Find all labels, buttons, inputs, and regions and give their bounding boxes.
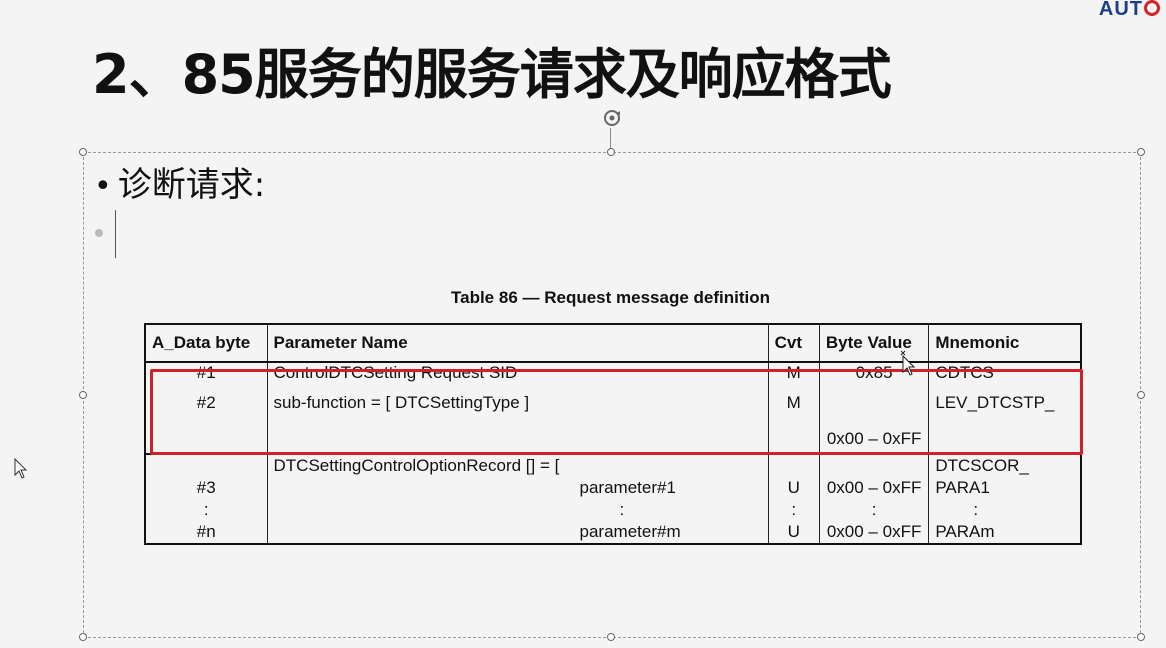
table-header-row: A_Data byte Parameter Name Cvt Byte Valu…	[144, 324, 1082, 363]
resize-handle-top-right[interactable]	[1137, 148, 1145, 156]
cell-byte-n: #n	[196, 522, 216, 541]
resize-handle-middle-left[interactable]	[79, 391, 87, 399]
resize-handle-bottom-middle[interactable]	[607, 633, 615, 641]
cell-mn-a: PARA1	[935, 478, 990, 497]
bullet-diagnostic-request[interactable]: • 诊断请求:	[94, 157, 265, 206]
cell-mn-head: DTCSCOR_	[935, 456, 1029, 475]
bullet-dot-icon: •	[94, 169, 112, 204]
move-cursor-icon	[900, 350, 915, 376]
resize-handle-top-left[interactable]	[79, 148, 87, 156]
header-a-data-byte: A_Data byte	[144, 324, 268, 363]
cell-value-dots: :	[871, 500, 877, 519]
resize-handle-top-middle[interactable]	[607, 148, 615, 156]
cell-mnemonic: DTCSCOR_ PARA1 : PARAm	[928, 454, 1082, 544]
cell-byte-a: #3	[196, 478, 216, 497]
logo-target-icon	[1144, 0, 1160, 16]
header-cvt: Cvt	[767, 324, 820, 363]
bullet-text: 诊断请求:	[117, 165, 266, 205]
cell-mn-n: PARAm	[935, 522, 995, 541]
header-mnemonic: Mnemonic	[928, 324, 1082, 363]
cell-byte-dots: :	[203, 500, 209, 519]
cell-cvt-n: U	[787, 522, 800, 541]
cell-cvt-dots: :	[791, 500, 797, 519]
highlight-rectangle[interactable]	[150, 369, 1083, 455]
resize-handle-bottom-right[interactable]	[1137, 633, 1145, 641]
empty-bullet-dot-icon	[95, 229, 103, 237]
rotate-stem	[610, 128, 611, 150]
cell-byte: #3 : #n	[144, 454, 268, 544]
rotate-handle-icon[interactable]	[602, 108, 622, 128]
brand-logo: AUT	[1099, 0, 1160, 21]
slide-title: 2、85服务的服务请求及响应格式	[92, 43, 892, 106]
cell-param-1: parameter#1	[579, 478, 676, 497]
cell-cvt-a: U	[787, 478, 800, 497]
cell-param-dots: :	[619, 500, 625, 519]
resize-handle-bottom-left[interactable]	[79, 633, 87, 641]
table-caption: Table 86 — Request message definition	[451, 288, 770, 307]
cell-value: 0x00 – 0xFF : 0x00 – 0xFF	[818, 454, 930, 544]
cell-param-m: parameter#m	[579, 522, 681, 541]
cell-value-a: 0x00 – 0xFF	[826, 478, 922, 497]
cell-mn-dots: :	[973, 500, 979, 519]
cell-name: DTCSettingControlOptionRecord [] = [ par…	[266, 454, 769, 544]
header-parameter-name: Parameter Name	[266, 324, 769, 363]
cell-value-n: 0x00 – 0xFF	[826, 522, 922, 541]
cell-cvt: U : U	[767, 454, 820, 544]
text-caret	[115, 210, 116, 258]
table-row: #3 : #n DTCSettingControlOptionRecord []…	[144, 454, 1082, 544]
cell-name-head: DTCSettingControlOptionRecord [] = [	[273, 456, 560, 475]
resize-handle-middle-right[interactable]	[1137, 391, 1145, 399]
mouse-pointer-icon	[14, 458, 28, 479]
